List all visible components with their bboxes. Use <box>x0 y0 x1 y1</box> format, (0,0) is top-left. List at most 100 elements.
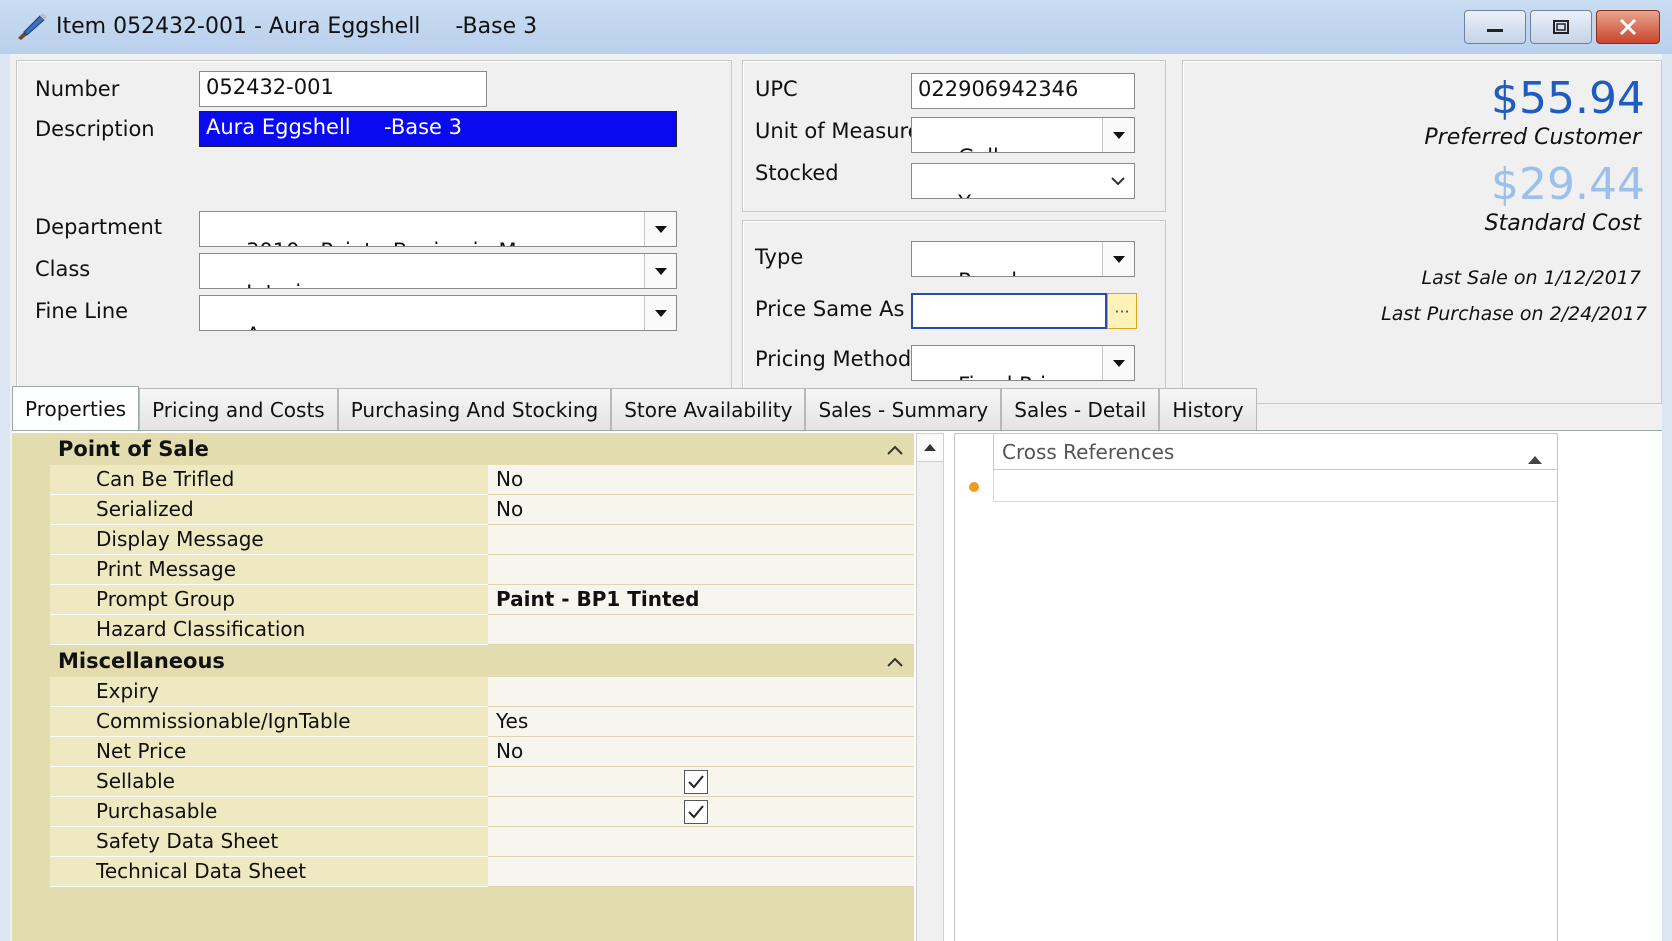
section-miscellaneous[interactable]: Miscellaneous <box>50 645 914 677</box>
property-name: Can Be Trifled <box>50 465 488 495</box>
column-header-label: Cross References <box>1002 440 1175 464</box>
property-name: Prompt Group <box>50 585 488 615</box>
pricingmethod-combo[interactable]: Fixed Price <box>911 345 1135 381</box>
description-label: Description <box>35 117 155 141</box>
chevron-up-icon[interactable] <box>886 433 904 465</box>
chevron-down-icon[interactable] <box>644 296 676 330</box>
tab-strip: Properties Pricing and Costs Purchasing … <box>12 386 1257 430</box>
description-field[interactable]: Aura Eggshell -Base 3 <box>199 111 677 147</box>
property-value <box>488 767 914 797</box>
pricesameas-field[interactable] <box>911 293 1107 329</box>
chevron-down-icon[interactable] <box>1102 346 1134 380</box>
checkmark-icon <box>688 775 704 789</box>
chevron-down-icon[interactable] <box>1102 118 1134 152</box>
property-value[interactable] <box>488 525 914 555</box>
number-field[interactable]: 052432-001 <box>199 71 487 107</box>
chevron-down-icon[interactable] <box>644 254 676 288</box>
class-combo[interactable]: Interior <box>199 253 677 289</box>
property-name: Commissionable/IgnTable <box>50 707 488 737</box>
property-name: Sellable <box>50 767 488 797</box>
uom-combo[interactable]: Gallon <box>911 117 1135 153</box>
sellable-checkbox[interactable] <box>684 770 708 794</box>
property-value[interactable] <box>488 827 914 857</box>
department-combo[interactable]: 3010 - Paint: Benjamin Moore <box>199 211 677 247</box>
stocked-value: Yes <box>958 191 992 198</box>
type-combo[interactable]: Regular <box>911 241 1135 277</box>
tab-history[interactable]: History <box>1159 388 1257 430</box>
table-row[interactable]: Display Message <box>50 525 914 555</box>
type-value: Regular <box>958 269 1039 276</box>
property-name: Expiry <box>50 677 488 707</box>
fineline-value: Aura <box>246 323 295 330</box>
table-row[interactable]: Print Message <box>50 555 914 585</box>
section-point-of-sale[interactable]: Point of Sale <box>50 433 914 465</box>
last-purchase: Last Purchase on 2/24/2017 <box>1381 303 1647 325</box>
table-row[interactable]: Net Price No <box>50 737 914 767</box>
property-value[interactable] <box>488 677 914 707</box>
table-row[interactable]: Serialized No <box>50 495 914 525</box>
properties-tab-content: Point of Sale Can Be Trifled No Serializ… <box>12 430 1662 941</box>
table-row[interactable]: Commissionable/IgnTable Yes <box>50 707 914 737</box>
close-button[interactable] <box>1596 10 1660 44</box>
property-name: Display Message <box>50 525 488 555</box>
tab-sales-detail[interactable]: Sales - Detail <box>1001 388 1160 430</box>
property-grid-scrollbar[interactable] <box>916 433 944 941</box>
property-value[interactable] <box>488 555 914 585</box>
tab-sales-summary[interactable]: Sales - Summary <box>805 388 1002 430</box>
tab-purchasing-and-stocking[interactable]: Purchasing And Stocking <box>337 388 612 430</box>
property-value[interactable] <box>488 615 914 645</box>
cross-references-column-header[interactable]: Cross References <box>993 434 1557 470</box>
item-identity-panel: Number 052432-001 Description Aura Eggsh… <box>16 60 732 404</box>
minimize-button[interactable] <box>1464 10 1526 44</box>
section-title: Miscellaneous <box>58 649 225 673</box>
cross-references-grid: Cross References <box>954 433 1558 941</box>
standard-cost: $29.44 <box>1491 159 1645 210</box>
table-row[interactable]: Hazard Classification <box>50 615 914 645</box>
table-row[interactable]: Purchasable <box>50 797 914 827</box>
property-value[interactable]: No <box>488 465 914 495</box>
chevron-up-icon[interactable] <box>886 645 904 677</box>
property-value[interactable]: Yes <box>488 707 914 737</box>
table-row[interactable]: Prompt Group Paint - BP1 Tinted <box>50 585 914 615</box>
property-value[interactable]: Paint - BP1 Tinted <box>488 585 914 615</box>
upc-field[interactable]: 022906942346 <box>911 73 1135 109</box>
new-row[interactable] <box>993 470 1557 502</box>
table-row[interactable]: Expiry <box>50 677 914 707</box>
fineline-combo[interactable]: Aura <box>199 295 677 331</box>
tab-pricing-and-costs[interactable]: Pricing and Costs <box>139 388 338 430</box>
table-row[interactable]: Technical Data Sheet <box>50 857 914 887</box>
type-label: Type <box>755 245 804 269</box>
property-name: Purchasable <box>50 797 488 827</box>
property-name: Net Price <box>50 737 488 767</box>
scroll-up-button[interactable] <box>917 434 943 462</box>
uom-label: Unit of Measure <box>755 119 921 143</box>
paintbrush-icon <box>18 13 47 40</box>
stocked-combo[interactable]: Yes <box>911 163 1135 199</box>
table-row[interactable]: Sellable <box>50 767 914 797</box>
property-value[interactable]: No <box>488 495 914 525</box>
pricingmethod-value: Fixed Price <box>958 373 1070 380</box>
table-row[interactable]: Safety Data Sheet <box>50 827 914 857</box>
tab-properties[interactable]: Properties <box>12 386 140 430</box>
stocked-label: Stocked <box>755 161 839 185</box>
tab-store-availability[interactable]: Store Availability <box>611 388 806 430</box>
standard-cost-label: Standard Cost <box>1484 211 1641 236</box>
property-grid: Point of Sale Can Be Trifled No Serializ… <box>12 433 914 941</box>
purchasable-checkbox[interactable] <box>684 800 708 824</box>
window-title: Item 052432-001 - Aura Eggshell -Base 3 <box>56 14 538 39</box>
close-icon <box>1619 18 1637 36</box>
property-value[interactable] <box>488 857 914 887</box>
property-value[interactable]: No <box>488 737 914 767</box>
title-bar[interactable]: Item 052432-001 - Aura Eggshell -Base 3 <box>0 0 1672 54</box>
property-name: Print Message <box>50 555 488 585</box>
chevron-down-icon[interactable] <box>644 212 676 246</box>
chevron-down-icon[interactable] <box>1102 164 1134 198</box>
restore-icon <box>1553 20 1569 34</box>
pricing-panel: Type Regular Price Same As ··· Pricing M… <box>742 220 1166 404</box>
table-row[interactable]: Can Be Trifled No <box>50 465 914 495</box>
ellipsis-button[interactable]: ··· <box>1107 293 1137 329</box>
uom-value: Gallon <box>958 145 1025 152</box>
chevron-down-icon[interactable] <box>1102 242 1134 276</box>
preferred-label: Preferred Customer <box>1424 125 1641 150</box>
restore-button[interactable] <box>1530 10 1592 44</box>
